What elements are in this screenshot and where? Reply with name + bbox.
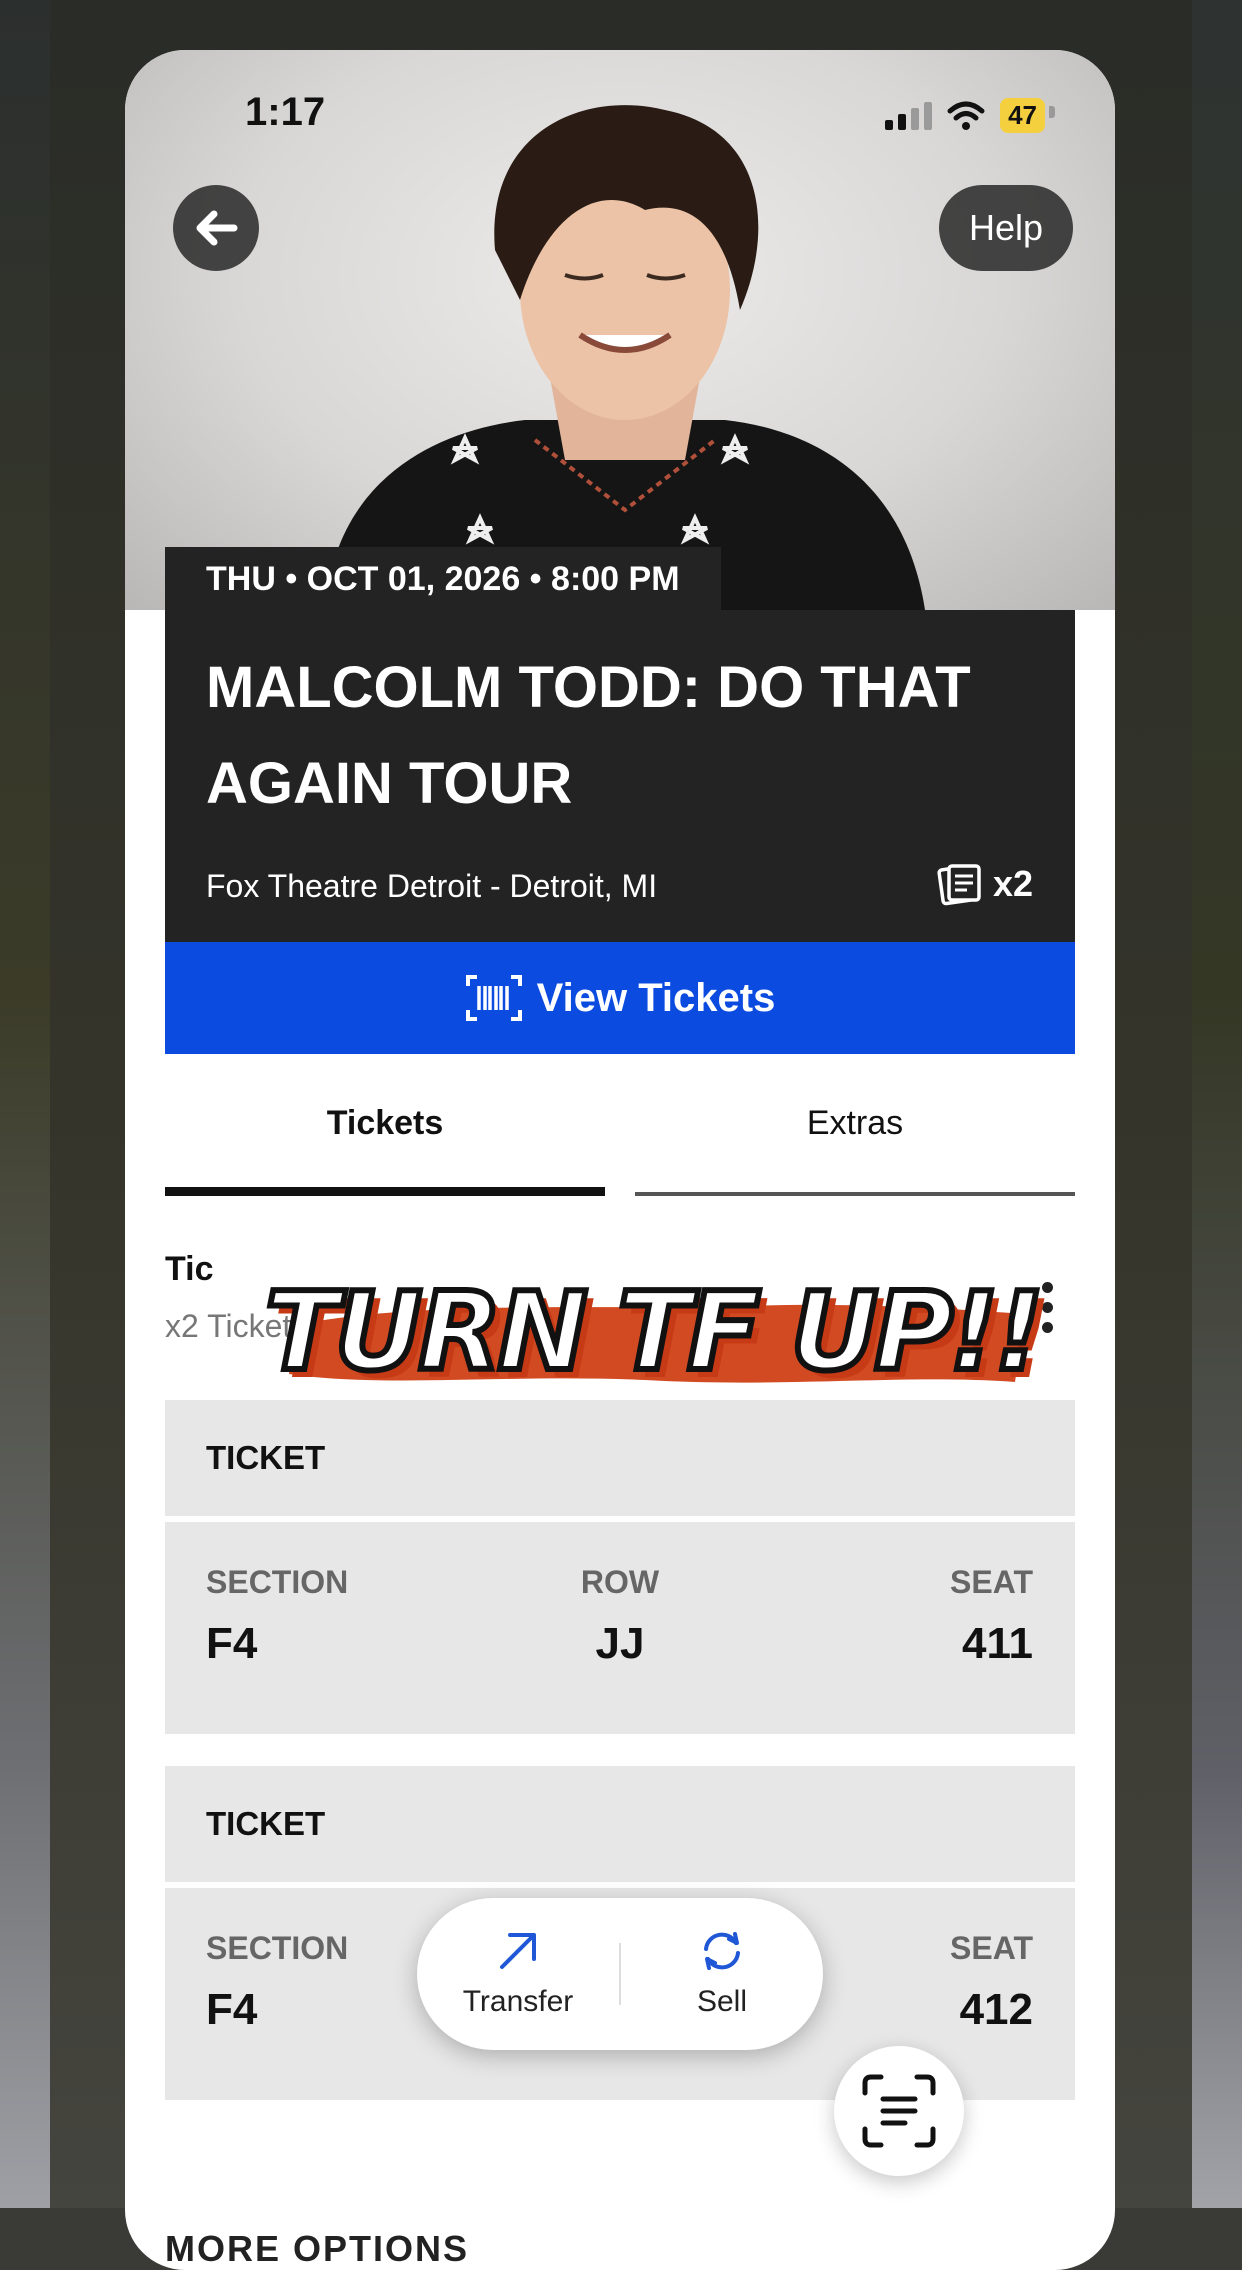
tab-extras-label: Extras (806, 1104, 904, 1142)
arrow-left-icon (196, 210, 238, 246)
back-button[interactable] (173, 185, 259, 271)
event-date: THU • OCT 01, 2026 • 8:00 PM (165, 547, 721, 611)
event-card: MALCOLM TODD: DO THAT AGAIN TOUR Fox The… (165, 610, 1075, 942)
seat-value: 412 (959, 1985, 1033, 2034)
ticket-row: ROW JJ (165, 1564, 1075, 1669)
sticker-text: TURN TF UP!! (262, 1267, 1047, 1398)
section-value: F4 (206, 1985, 258, 2034)
row-label: ROW (580, 1564, 660, 1600)
tab-tickets[interactable]: Tickets (165, 1080, 605, 1196)
battery-indicator: 47 (1000, 98, 1055, 133)
section-label: SECTION (206, 1930, 349, 1966)
tab-tickets-label: Tickets (326, 1104, 444, 1142)
refresh-icon (704, 1932, 740, 1970)
ticket-details[interactable]: SECTION F4 ROW JJ SEAT 411 (165, 1522, 1075, 1734)
app-screen: 1:17 47 Help THU • OCT 01, 2026 • 8:00 P… (125, 50, 1115, 2270)
cellular-signal-icon (885, 101, 933, 130)
wifi-icon (947, 101, 985, 130)
event-title: MALCOLM TODD: DO THAT AGAIN TOUR (206, 655, 971, 816)
background-right (1192, 0, 1242, 2208)
ticket-seat: SEAT 412 (950, 1930, 1033, 2035)
seat-label: SEAT (950, 1564, 1033, 1600)
tickets-icon (937, 864, 981, 906)
help-button[interactable]: Help (938, 185, 1073, 271)
more-options-heading: MORE OPTIONS (165, 2228, 470, 2269)
artist-hero-image: 1:17 47 Help (125, 50, 1115, 610)
ticket-count-value: x2 (992, 863, 1033, 904)
view-tickets-label: View Tickets (536, 975, 776, 1020)
ticket-count: x2 (937, 862, 1033, 906)
transfer-button[interactable]: Transfer (417, 1929, 619, 2019)
sell-label: Sell (696, 1985, 748, 2018)
ticket-actions: Transfer Sell (417, 1898, 823, 2050)
ticket-header: TICKET (165, 1766, 1075, 1882)
status-time: 1:17 (245, 90, 326, 134)
sell-button[interactable]: Sell (621, 1929, 823, 2019)
scan-text-button[interactable] (834, 2046, 964, 2176)
background-left (0, 0, 50, 2208)
row-value: JJ (595, 1619, 645, 1668)
seat-label: SEAT (950, 1930, 1033, 1966)
turn-up-sticker: TURN TF UP!! (262, 1267, 1047, 1400)
more-options-menu-icon[interactable] (1037, 1282, 1057, 1333)
transfer-label: Transfer (462, 1985, 574, 2018)
ticket-seat: SEAT 411 (950, 1564, 1033, 1669)
tab-bar: Tickets Extras (165, 1080, 1075, 1196)
ticket-section: SECTION F4 (206, 1930, 348, 2035)
status-icons: 47 (885, 98, 1055, 133)
ticket-header: TICKET (165, 1400, 1075, 1516)
view-tickets-button[interactable]: View Tickets (165, 942, 1075, 1054)
tickets-section-title: Tic (165, 1250, 214, 1288)
event-venue: Fox Theatre Detroit - Detroit, MI (206, 868, 658, 904)
seat-value: 411 (962, 1619, 1033, 1668)
barcode-icon (465, 975, 522, 1021)
arrow-up-right-icon (500, 1933, 536, 1969)
tab-extras[interactable]: Extras (635, 1080, 1075, 1196)
live-text-icon (862, 2074, 936, 2148)
